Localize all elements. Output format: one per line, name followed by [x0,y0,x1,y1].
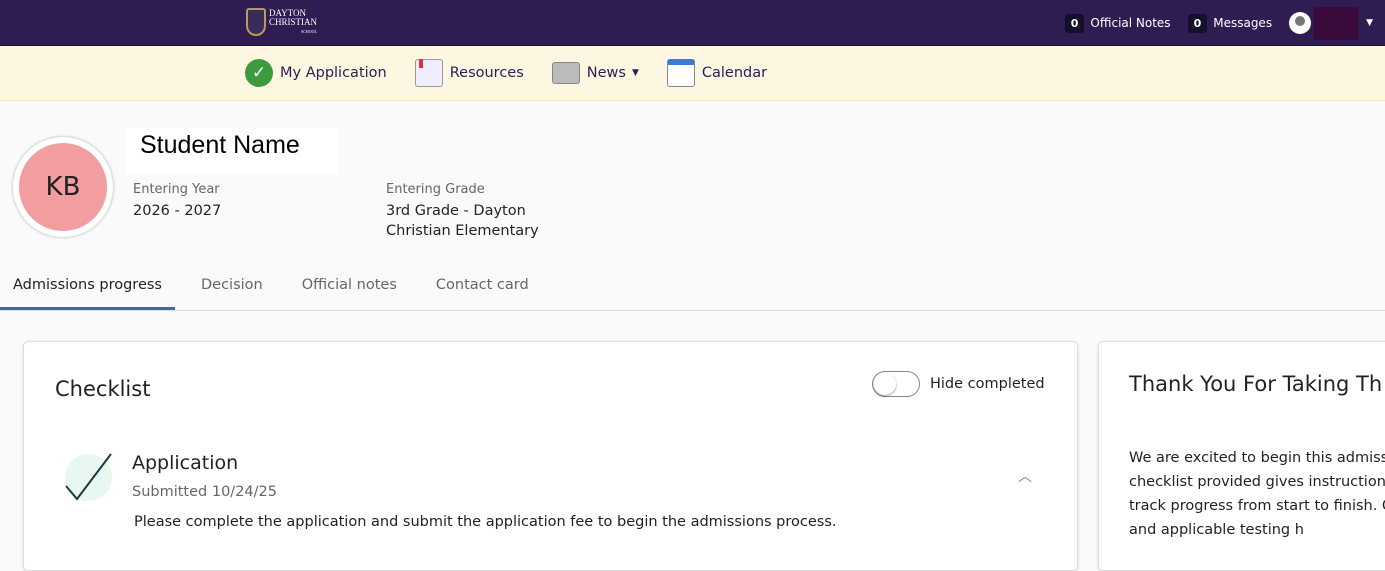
messages-link[interactable]: 0 Messages [1187,13,1273,33]
checkmark-icon [65,453,112,501]
newspaper-icon [551,62,580,84]
shield-icon [246,8,266,36]
field-value: 3rd Grade - Dayton Christian Elementary [386,203,539,239]
welcome-body: We are excited to begin this admiss fami… [1129,450,1385,538]
main-nav: ✓ My Application Resources News ▼ Calendar [0,46,1385,101]
nav-resources[interactable]: Resources [414,59,524,87]
nav-calendar[interactable]: Calendar [666,59,768,87]
user-name-redacted[interactable] [1314,6,1359,40]
student-name: Student Name [126,128,338,174]
caret-down-icon[interactable]: ▼ [1366,18,1373,28]
checklist-title: Checklist [55,377,151,401]
welcome-card: Thank You For Taking Th We are excited t… [1098,341,1385,571]
check-circle-icon: ✓ [245,59,273,87]
field-label: Entering Grade [386,182,485,197]
nav-news[interactable]: News ▼ [551,62,639,84]
tab-decision[interactable]: Decision [188,268,276,310]
resources-icon [414,59,443,87]
tab-admissions-progress[interactable]: Admissions progress [0,268,175,310]
chevron-up-icon[interactable]: ︿ [1018,466,1032,486]
caret-down-icon: ▼ [631,68,639,78]
nav-label: My Application [280,65,387,81]
logo-line: CHRISTIAN [269,16,318,27]
user-avatar-icon[interactable] [1289,12,1312,34]
official-notes-label: Official Notes [1090,16,1171,30]
official-notes-count: 0 [1064,13,1085,33]
tab-official-notes[interactable]: Official notes [289,268,410,310]
field-value: 2026 - 2027 [133,203,222,219]
checklist-item-status: Submitted 10/24/25 [132,484,277,500]
official-notes-link[interactable]: 0 Official Notes [1064,13,1171,33]
student-avatar: KB [13,137,113,237]
tab-contact-card[interactable]: Contact card [423,268,542,310]
field-label: Entering Year [133,182,220,197]
nav-label: Resources [449,65,524,81]
entering-year: Entering Year 2026 - 2027 [133,182,221,221]
entering-grade: Entering Grade 3rd Grade - Dayton Christi… [386,182,556,241]
logo-line: SCHOOL [301,28,318,34]
school-logo[interactable]: DAYTON CHRISTIAN SCHOOL [246,8,317,36]
toggle-switch[interactable] [872,371,920,397]
tab-bar: Admissions progress Decision Official no… [0,268,1385,311]
avatar-initials: KB [19,143,107,231]
checklist-card: Checklist Hide completed Application Sub… [23,341,1078,571]
welcome-title: Thank You For Taking Th [1129,372,1383,396]
nav-my-application[interactable]: ✓ My Application [245,59,387,87]
nav-label: Calendar [701,65,768,81]
messages-count: 0 [1187,13,1208,33]
messages-label: Messages [1213,16,1273,30]
toggle-label: Hide completed [930,376,1045,392]
top-bar: DAYTON CHRISTIAN SCHOOL 0 Official Notes 0M… [0,0,1385,46]
hide-completed-toggle[interactable]: Hide completed [872,371,1045,397]
checklist-item-title[interactable]: Application [132,452,238,474]
calendar-icon [666,59,695,87]
nav-label: News [586,65,626,81]
checklist-item-description: Please complete the application and subm… [134,514,837,530]
